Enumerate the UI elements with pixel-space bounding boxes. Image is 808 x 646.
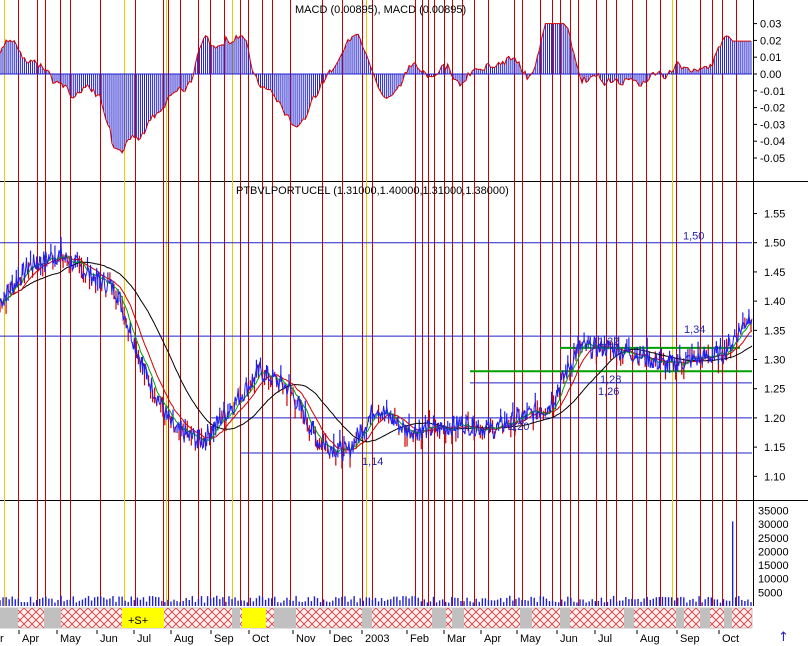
- signal-neutral: [274, 608, 296, 628]
- signal-neutral: [700, 608, 710, 628]
- month-label: Dec: [333, 633, 353, 645]
- month-label: Feb: [410, 633, 429, 645]
- macd-tick-label: -0.04: [760, 136, 785, 148]
- price-panel-title: PTBVLPORTUCEL (1.31000,1.40000,1.31000,1…: [236, 185, 509, 197]
- volume-tick-label: 30000: [758, 519, 789, 531]
- month-label: Jun: [100, 633, 118, 645]
- month-label: Jul: [137, 633, 151, 645]
- price-series: [0, 236, 753, 469]
- signal-neutral: [560, 608, 570, 628]
- month-label: Aug: [640, 633, 660, 645]
- macd-tick-label: 0.01: [760, 52, 781, 64]
- month-label: May: [60, 633, 81, 645]
- month-label: Jun: [560, 633, 578, 645]
- volume-tick-label: 5000: [758, 587, 782, 599]
- signal-neutral: [432, 608, 446, 628]
- level-label: 1,32: [598, 336, 619, 348]
- month-label: Jul: [598, 633, 612, 645]
- signal-label: +S+: [128, 615, 148, 627]
- panel-frames: [0, 0, 808, 606]
- macd-tick-label: 0.02: [760, 35, 781, 47]
- chart-canvas: MACD (0.00895), MACD (0.00895) PTBVLPORT…: [0, 0, 808, 645]
- price-tick-label: 1.55: [764, 209, 785, 221]
- y-axis-ticks: 0.03 0.02 0.01 0.00 -0.01 -0.02 -0.03 -0.04 -0.0…: [753, 19, 789, 599]
- month-label: Apr: [22, 633, 39, 645]
- month-label: Aug: [174, 633, 194, 645]
- price-tick-label: 1.25: [764, 384, 785, 396]
- volume-bars: [0, 521, 752, 606]
- volume-tick-label: 25000: [758, 533, 789, 545]
- level-label: 1,34: [684, 324, 705, 336]
- month-label: Oct: [252, 633, 269, 645]
- price-line: [0, 246, 753, 462]
- volume-tick-label: 20000: [758, 546, 789, 558]
- macd-signal-line: [0, 23, 751, 154]
- price-tick-label: 1.10: [764, 471, 785, 483]
- signal-neutral: [676, 608, 684, 628]
- level-label: 1,26: [598, 386, 619, 398]
- month-label: 2003: [365, 633, 389, 645]
- macd-tick-label: 0.00: [760, 69, 781, 81]
- macd-panel-title: MACD (0.00895), MACD (0.00895): [295, 4, 466, 16]
- month-label: Sep: [680, 633, 700, 645]
- volume-tick-label: 10000: [758, 574, 789, 586]
- signal-neutral: [44, 608, 61, 628]
- month-label: Mar: [447, 633, 466, 645]
- macd-tick-label: -0.03: [760, 119, 785, 131]
- price-tick-label: 1.45: [764, 267, 785, 279]
- x-axis-months: r Apr May Jun Jul Aug Sep Oct Nov Dec 2003 Feb Mar Ap…: [0, 630, 739, 645]
- macd-tick-label: -0.02: [760, 103, 785, 115]
- price-tick-label: 1.30: [764, 355, 785, 367]
- macd-tick-label: -0.05: [760, 153, 785, 165]
- signal-hatch-band: [0, 607, 753, 629]
- signal-neutral: [452, 608, 464, 628]
- level-label: 1,28: [600, 374, 621, 386]
- support-resistance-levels: [0, 242, 752, 454]
- level-label: 1,20: [508, 421, 529, 433]
- month-label: Apr: [484, 633, 501, 645]
- signal-neutral: [624, 608, 634, 628]
- month-label: Oct: [722, 633, 739, 645]
- macd-tick-label: -0.01: [760, 86, 785, 98]
- price-tick-label: 1.40: [764, 296, 785, 308]
- month-label: Nov: [296, 633, 316, 645]
- month-label: May: [520, 633, 541, 645]
- signal-neutral: [520, 608, 532, 628]
- price-tick-label: 1.15: [764, 442, 785, 454]
- level-label: 1,50: [683, 231, 704, 243]
- signal-strip: [0, 607, 753, 629]
- volume-tick-label: 15000: [758, 560, 789, 572]
- level-label: 1,14: [362, 456, 383, 468]
- price-tick-label: 1.35: [764, 325, 785, 337]
- signal-neutral: [362, 608, 372, 628]
- signal-neutral: [0, 608, 18, 628]
- month-label: Sep: [214, 633, 234, 645]
- price-tick-label: 1.20: [764, 413, 785, 425]
- volume-tick-label: 35000: [758, 505, 789, 517]
- signal-buy: [242, 608, 266, 628]
- macd-tick-label: 0.03: [760, 19, 781, 31]
- signal-neutral: [232, 608, 240, 628]
- price-tick-label: 1.50: [764, 238, 785, 250]
- month-label: r: [0, 633, 4, 645]
- macd-histogram: [0, 23, 752, 154]
- signal-neutral: [724, 608, 732, 628]
- up-arrow-icon[interactable]: ↑: [778, 630, 789, 645]
